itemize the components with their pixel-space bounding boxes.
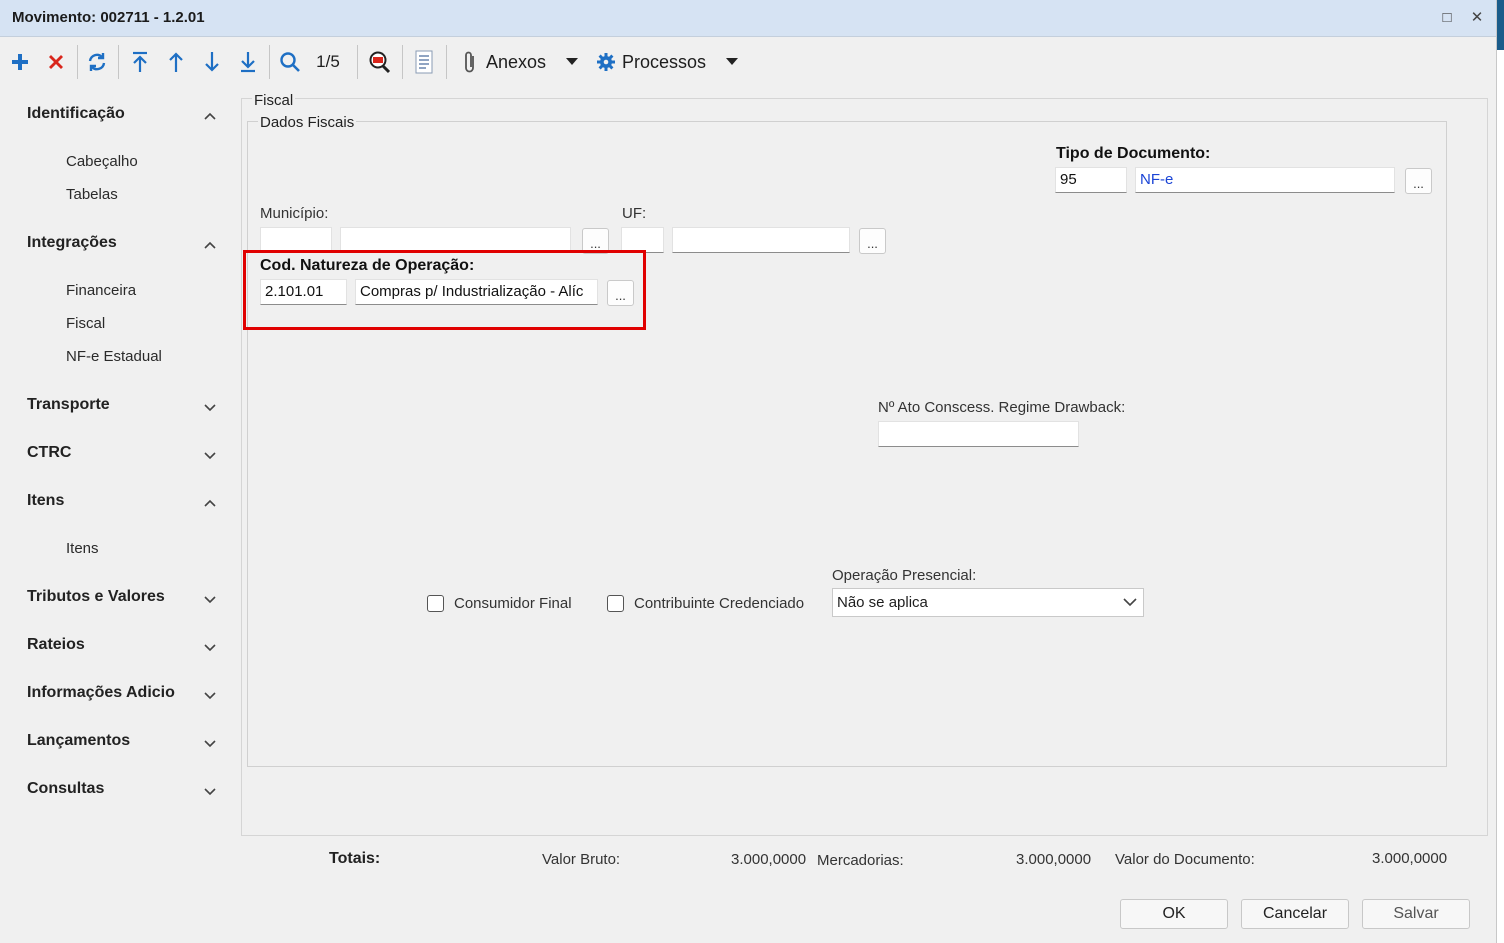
side-navigation: Identificação Cabeçalho Tabelas Integraç… [0, 90, 238, 840]
chevron-down-icon[interactable] [202, 687, 218, 703]
nav-section-tributos-valores[interactable]: Tributos e Valores [27, 588, 165, 606]
report-icon[interactable] [412, 49, 436, 75]
search-icon[interactable] [278, 49, 302, 75]
chevron-down-icon[interactable] [202, 591, 218, 607]
tipo-documento-lookup-button[interactable]: ... [1405, 168, 1432, 194]
first-record-icon[interactable] [128, 49, 152, 75]
gear-icon[interactable] [594, 49, 618, 75]
window-title: Movimento: 002711 - 1.2.01 [12, 9, 205, 26]
toolbar: 1/5 Anexos Processos [0, 37, 1496, 87]
background-window-edge [1497, 0, 1504, 943]
uf-lookup-button[interactable]: ... [859, 228, 886, 254]
save-button[interactable]: Salvar [1362, 899, 1470, 929]
previous-record-icon[interactable] [164, 49, 188, 75]
tipo-documento-code-field[interactable]: 95 [1055, 167, 1127, 193]
uf-name-field[interactable] [672, 227, 850, 253]
delete-icon[interactable] [44, 49, 68, 75]
close-icon[interactable]: ✕ [1466, 7, 1488, 29]
mercadorias-label: Mercadorias: [817, 852, 904, 869]
uf-label: UF: [622, 205, 647, 222]
nav-section-rateios[interactable]: Rateios [27, 636, 85, 654]
drawback-label: Nº Ato Conscess. Regime Drawback: [878, 399, 1126, 416]
contribuinte-credenciado-checkbox[interactable] [607, 595, 624, 612]
chevron-up-icon[interactable] [202, 495, 218, 511]
maximize-icon[interactable]: □ [1436, 7, 1458, 29]
operacao-presencial-label: Operação Presencial: [832, 567, 977, 584]
chevron-down-icon[interactable] [202, 639, 218, 655]
anexos-menu[interactable]: Anexos [486, 49, 556, 75]
anexos-dropdown-icon[interactable] [562, 49, 582, 75]
fiscal-group-title: Fiscal [252, 92, 296, 109]
processos-menu[interactable]: Processos [622, 49, 718, 75]
cancel-button[interactable]: Cancelar [1241, 899, 1349, 929]
toolbar-separator [357, 45, 358, 79]
toolbar-separator [77, 45, 78, 79]
nav-item-tabelas[interactable]: Tabelas [66, 186, 118, 203]
next-record-icon[interactable] [200, 49, 224, 75]
municipio-label: Município: [260, 205, 329, 222]
processos-dropdown-icon[interactable] [722, 49, 742, 75]
nav-section-consultas[interactable]: Consultas [27, 780, 104, 798]
refresh-icon[interactable] [85, 49, 109, 75]
chevron-down-icon[interactable] [202, 735, 218, 751]
nav-section-identificacao[interactable]: Identificação [27, 105, 125, 123]
nav-item-fiscal[interactable]: Fiscal [66, 315, 105, 332]
drawback-field[interactable] [878, 421, 1079, 447]
nav-section-integracoes[interactable]: Integrações [27, 234, 117, 252]
totais-label: Totais: [329, 850, 381, 867]
dados-fiscais-group [247, 121, 1447, 767]
natureza-highlight-box [243, 250, 646, 330]
nav-section-ctrc[interactable]: CTRC [27, 444, 71, 462]
valor-bruto-value: 3.000,0000 [731, 851, 807, 868]
chevron-down-icon[interactable] [202, 399, 218, 415]
contribuinte-credenciado-label: Contribuinte Credenciado [634, 595, 805, 612]
toolbar-separator [402, 45, 403, 79]
mercadorias-value: 3.000,0000 [1016, 851, 1092, 868]
nav-section-lancamentos[interactable]: Lançamentos [27, 732, 130, 750]
tipo-documento-description-field[interactable]: NF-e [1135, 167, 1395, 193]
movimento-window: Movimento: 002711 - 1.2.01 □ ✕ 1/5 Anexo… [0, 0, 1497, 943]
nav-item-nfe-estadual[interactable]: NF-e Estadual [66, 348, 162, 365]
toolbar-separator [118, 45, 119, 79]
toolbar-separator [269, 45, 270, 79]
dados-fiscais-title: Dados Fiscais [258, 114, 357, 131]
tipo-documento-label: Tipo de Documento: [1056, 145, 1211, 162]
filter-view-icon[interactable] [366, 49, 394, 75]
operacao-presencial-value: Não se aplica [837, 594, 928, 611]
chevron-up-icon[interactable] [202, 108, 218, 124]
operacao-presencial-select[interactable]: Não se aplica [832, 588, 1144, 617]
title-bar: Movimento: 002711 - 1.2.01 □ ✕ [0, 0, 1496, 37]
valor-bruto-label: Valor Bruto: [542, 851, 621, 868]
chevron-down-icon [1123, 598, 1137, 607]
nav-section-transporte[interactable]: Transporte [27, 396, 110, 414]
paperclip-icon[interactable] [460, 49, 480, 75]
nav-section-itens[interactable]: Itens [27, 492, 64, 510]
chevron-down-icon[interactable] [202, 783, 218, 799]
valor-documento-value: 3.000,0000 [1372, 850, 1448, 867]
chevron-down-icon[interactable] [202, 447, 218, 463]
record-counter: 1/5 [316, 52, 340, 71]
chevron-up-icon[interactable] [202, 237, 218, 253]
add-icon[interactable] [8, 49, 32, 75]
consumidor-final-checkbox[interactable] [427, 595, 444, 612]
nav-item-cabecalho[interactable]: Cabeçalho [66, 153, 138, 170]
last-record-icon[interactable] [236, 49, 260, 75]
nav-item-financeira[interactable]: Financeira [66, 282, 136, 299]
valor-documento-label: Valor do Documento: [1115, 851, 1255, 868]
consumidor-final-label: Consumidor Final [454, 595, 572, 612]
ok-button[interactable]: OK [1120, 899, 1228, 929]
nav-section-informacoes-adicionais[interactable]: Informações Adicio [27, 684, 175, 702]
toolbar-separator [446, 45, 447, 79]
nav-item-itens[interactable]: Itens [66, 540, 99, 557]
